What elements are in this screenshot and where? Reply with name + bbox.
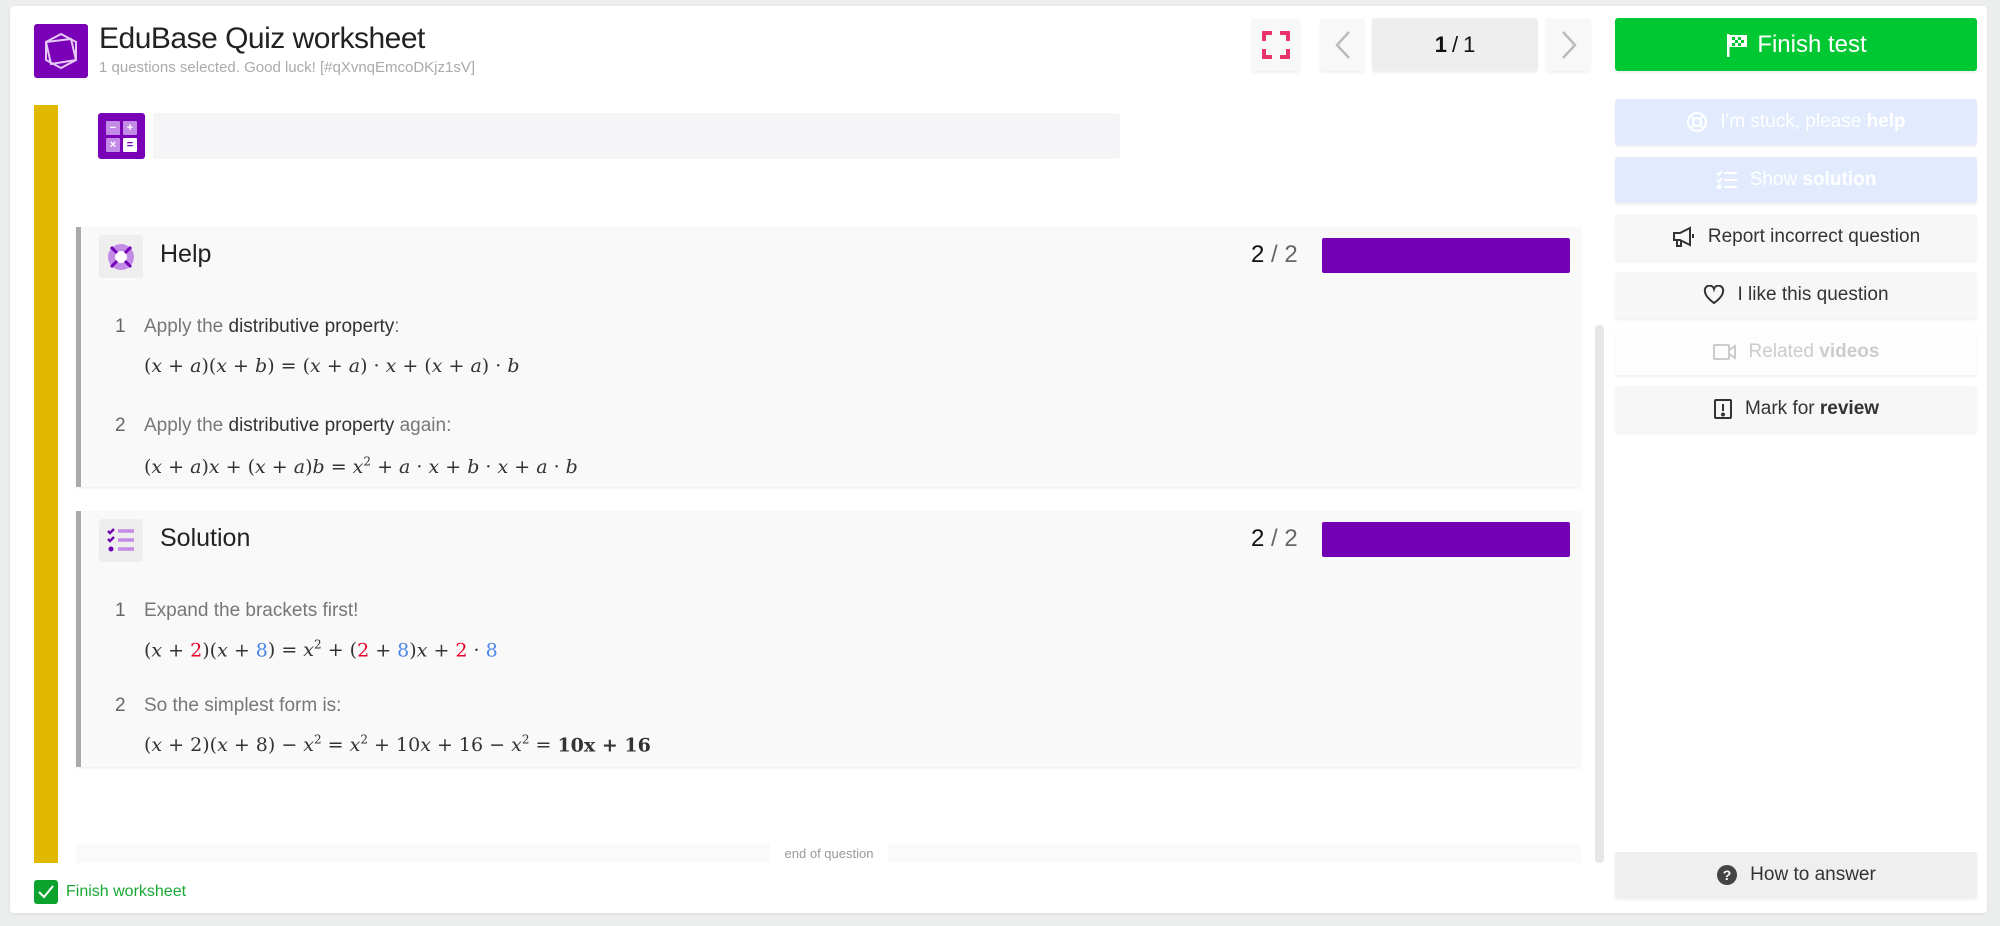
mark-review-button[interactable]: Mark for review: [1615, 386, 1977, 432]
page-indicator: 1 / 1: [1372, 18, 1538, 71]
page-current: 1: [1434, 31, 1447, 57]
video-camera-icon: [1712, 344, 1736, 360]
like-question-label: I like this question: [1737, 284, 1889, 305]
help-count: 2 / 2: [1251, 241, 1298, 268]
step-formula: (x + 2)(x + 8) = x2 + (2 + 8)x + 2 · 8: [144, 638, 498, 662]
solution-progress-bar: [1322, 522, 1570, 557]
page-subtitle: 1 questions selected. Good luck! [#qXvnq…: [99, 59, 476, 76]
heart-icon: [1704, 285, 1725, 305]
scrollbar[interactable]: [1595, 325, 1604, 863]
show-solution-label: Show solution: [1749, 169, 1877, 190]
page-total: 1: [1463, 31, 1476, 57]
help-progress-bar: [1322, 238, 1570, 273]
svg-text:?: ?: [1723, 867, 1732, 883]
answer-input[interactable]: [153, 113, 1120, 159]
report-incorrect-button[interactable]: Report incorrect question: [1615, 214, 1977, 260]
step-number: 1: [115, 316, 126, 337]
calculator-icon[interactable]: − + × =: [98, 113, 145, 159]
end-of-question-label: end of question: [770, 844, 888, 863]
fullscreen-icon: [1261, 30, 1290, 59]
related-videos-label: Related videos: [1748, 341, 1880, 362]
step-text: Expand the brackets first!: [144, 600, 359, 621]
worksheet-card: EduBase Quiz worksheet 1 questions selec…: [10, 6, 1987, 913]
calc-key-minus: −: [106, 120, 120, 135]
finish-worksheet-label: Finish worksheet: [66, 883, 187, 900]
checkered-flag-icon: [1727, 33, 1748, 57]
mark-review-label: Mark for review: [1744, 398, 1880, 419]
calc-key-equals: =: [123, 137, 137, 152]
step-number: 2: [115, 695, 126, 716]
step-text: So the simplest form is:: [144, 695, 342, 716]
chevron-right-icon: [1561, 30, 1577, 59]
lifebuoy-icon: [99, 235, 143, 278]
step-text: Apply the distributive property:: [144, 316, 400, 337]
finish-test-button[interactable]: Finish test: [1615, 18, 1977, 71]
next-question-button[interactable]: [1546, 18, 1591, 71]
exclamation-square-icon: [1713, 399, 1732, 419]
fullscreen-button[interactable]: [1251, 18, 1300, 71]
step-formula: (x + a)(x + b) = (x + a) · x + (x + a) ·…: [144, 355, 520, 377]
step-formula: (x + a)x + (x + a)b = x2 + a · x + b · x…: [144, 455, 578, 479]
stuck-help-button[interactable]: I'm stuck, please help: [1615, 99, 1977, 145]
finish-worksheet-checkbox[interactable]: Finish worksheet: [34, 880, 186, 904]
help-title: Help: [160, 240, 212, 268]
calc-key-plus: +: [123, 120, 137, 135]
prev-question-button[interactable]: [1320, 18, 1365, 71]
step-text: Apply the distributive property again:: [144, 415, 452, 436]
lifebuoy-icon: [1687, 112, 1708, 132]
calc-key-times: ×: [106, 137, 120, 152]
finish-test-label: Finish test: [1757, 30, 1867, 58]
checkmark-icon: [34, 880, 58, 904]
solution-title: Solution: [160, 524, 251, 552]
question-circle-icon: ?: [1717, 865, 1738, 885]
show-solution-button[interactable]: Show solution: [1615, 157, 1977, 203]
help-panel: Help 2 / 2 1 Apply the distributive prope…: [76, 227, 1581, 487]
how-to-answer-button[interactable]: ? How to answer: [1615, 852, 1977, 898]
step-number: 1: [115, 600, 126, 621]
checklist-icon: [99, 519, 143, 562]
solution-count: 2 / 2: [1251, 525, 1298, 552]
solution-panel: Solution 2 / 2 1 Expand the brackets firs…: [76, 511, 1581, 767]
question-status-bar: [34, 105, 58, 863]
edubase-logo: [34, 24, 88, 78]
report-incorrect-label: Report incorrect question: [1707, 226, 1921, 247]
step-number: 2: [115, 415, 126, 436]
how-to-answer-label: How to answer: [1750, 864, 1876, 885]
checklist-icon: [1715, 170, 1737, 190]
chevron-left-icon: [1334, 30, 1350, 59]
related-videos-button[interactable]: Related videos: [1615, 329, 1977, 375]
page-separator: /: [1451, 31, 1459, 57]
step-formula: (x + 2)(x + 8) − x2 = x2 + 10x + 16 − x2…: [144, 733, 651, 757]
page-title: EduBase Quiz worksheet: [99, 22, 425, 55]
megaphone-icon: [1672, 226, 1694, 247]
like-question-button[interactable]: I like this question: [1615, 272, 1977, 318]
stuck-help-label: I'm stuck, please help: [1720, 111, 1906, 132]
